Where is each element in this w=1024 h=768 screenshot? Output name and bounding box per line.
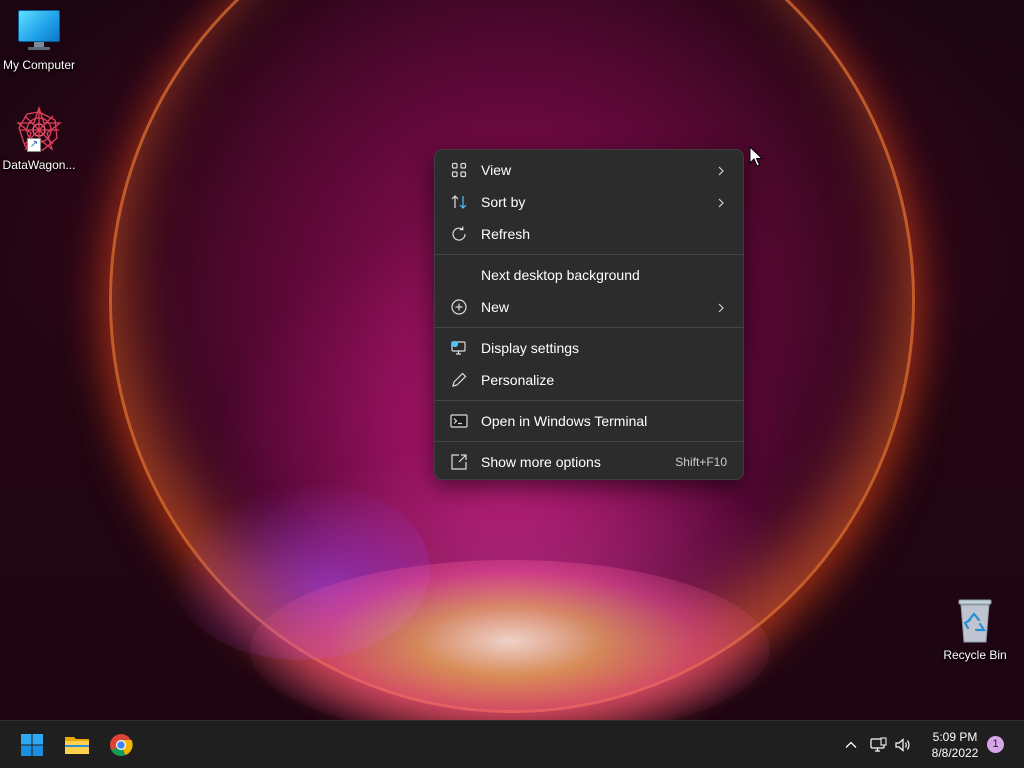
chevron-up-icon bbox=[845, 741, 857, 748]
menu-item-refresh[interactable]: Refresh bbox=[439, 218, 739, 250]
start-button[interactable] bbox=[16, 729, 48, 761]
taskbar: 5:09 PM 8/8/2022 bbox=[0, 720, 1024, 768]
menu-item-label: New bbox=[481, 299, 510, 315]
menu-item-view[interactable]: View bbox=[439, 154, 739, 186]
blank-icon bbox=[449, 265, 469, 285]
windows-start-icon bbox=[21, 734, 43, 756]
display-settings-icon bbox=[449, 338, 469, 358]
notification-badge[interactable]: 1 bbox=[987, 736, 1004, 753]
taskbar-chrome[interactable] bbox=[105, 729, 137, 761]
recycle-bin-icon bbox=[956, 598, 994, 644]
menu-item-label: Next desktop background bbox=[481, 267, 640, 283]
pen-icon bbox=[449, 370, 469, 390]
chevron-right-icon bbox=[715, 164, 727, 176]
menu-separator bbox=[435, 327, 743, 328]
grid-icon bbox=[449, 160, 469, 180]
chrome-icon bbox=[110, 734, 133, 756]
chevron-right-icon bbox=[715, 196, 727, 208]
shortcut-arrow-icon: ↗ bbox=[27, 138, 41, 152]
menu-item-label: Refresh bbox=[481, 226, 531, 242]
desktop-icon-my-computer[interactable]: My Computer bbox=[0, 10, 78, 72]
taskbar-clock[interactable]: 5:09 PM 8/8/2022 bbox=[920, 729, 990, 761]
menu-item-display-settings[interactable]: Display settings bbox=[439, 332, 739, 364]
speaker-icon bbox=[895, 738, 910, 752]
plus-circle-icon bbox=[449, 297, 469, 317]
menu-item-label: Sort by bbox=[481, 194, 526, 210]
monitor-icon bbox=[18, 10, 60, 54]
mouse-cursor-icon bbox=[749, 145, 764, 168]
desktop-icon-datawagon[interactable]: ↗ DataWagon... bbox=[0, 105, 78, 172]
refresh-icon bbox=[449, 224, 469, 244]
clock-time: 5:09 PM bbox=[932, 730, 978, 744]
menu-separator bbox=[435, 400, 743, 401]
clock-date: 8/8/2022 bbox=[931, 746, 979, 760]
menu-item-label: Show more options bbox=[481, 454, 601, 470]
menu-item-new[interactable]: New bbox=[439, 291, 739, 323]
sort-icon bbox=[449, 192, 469, 212]
desktop-icon-label: My Computer bbox=[2, 58, 76, 72]
chevron-right-icon bbox=[715, 301, 727, 313]
menu-item-label: Open in Windows Terminal bbox=[481, 413, 648, 429]
desktop-context-menu: View Sort by Refresh Next desktop backgr… bbox=[434, 149, 744, 480]
datawagon-logo-icon: ↗ bbox=[15, 105, 63, 154]
network-status-button[interactable] bbox=[868, 735, 888, 755]
desktop-icon-recycle-bin[interactable]: Recycle Bin bbox=[936, 598, 1014, 662]
menu-item-sort-by[interactable]: Sort by bbox=[439, 186, 739, 218]
menu-item-personalize[interactable]: Personalize bbox=[439, 364, 739, 396]
menu-item-next-desktop-background[interactable]: Next desktop background bbox=[439, 259, 739, 291]
desktop-icon-label: Recycle Bin bbox=[943, 648, 1007, 662]
folder-icon bbox=[65, 737, 89, 754]
more-options-icon bbox=[449, 452, 469, 472]
menu-item-label: Display settings bbox=[481, 340, 580, 356]
keyboard-shortcut: Shift+F10 bbox=[675, 455, 727, 469]
show-hidden-icons-button[interactable] bbox=[841, 735, 861, 755]
desktop-icon-label: DataWagon... bbox=[2, 158, 76, 172]
menu-separator bbox=[435, 254, 743, 255]
network-icon bbox=[870, 737, 887, 752]
menu-item-label: Personalize bbox=[481, 372, 555, 388]
menu-item-label: View bbox=[481, 162, 512, 178]
volume-button[interactable] bbox=[893, 735, 913, 755]
menu-separator bbox=[435, 441, 743, 442]
taskbar-file-explorer[interactable] bbox=[61, 729, 93, 761]
terminal-icon bbox=[449, 411, 469, 431]
menu-item-open-in-windows-terminal[interactable]: Open in Windows Terminal bbox=[439, 405, 739, 437]
menu-item-show-more-options[interactable]: Show more options Shift+F10 bbox=[439, 446, 739, 478]
